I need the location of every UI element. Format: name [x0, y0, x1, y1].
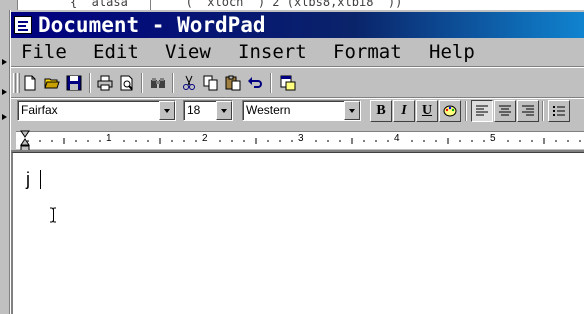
chevron-down-icon[interactable]: [216, 101, 232, 120]
text-caret: [40, 170, 41, 189]
menu-format[interactable]: Format: [333, 39, 402, 65]
standard-toolbar: [11, 70, 584, 96]
ruler-number-3: 3: [298, 133, 304, 144]
bullets-icon[interactable]: [548, 100, 570, 122]
bold-button[interactable]: B: [370, 100, 392, 122]
align-center-icon[interactable]: [494, 100, 516, 122]
menu-view[interactable]: View: [165, 39, 211, 65]
title-bar[interactable]: Document - WordPad: [11, 12, 584, 38]
print-preview-icon[interactable]: [116, 72, 138, 94]
arrow-marker-icon: [2, 89, 7, 95]
background-window: { alasa ( xlocn ) 2 (xlbs8,xlbi8 )): [0, 0, 584, 10]
wordpad-app-icon[interactable]: [14, 16, 32, 34]
paste-icon[interactable]: [222, 72, 244, 94]
script-value: Western: [246, 103, 291, 117]
background-window-tab: [0, 0, 18, 10]
chevron-down-icon[interactable]: [344, 101, 360, 120]
format-bar: Fairfax 18 Western B I U: [11, 98, 584, 124]
toolbar-separator: [270, 73, 272, 93]
window-title: Document - WordPad: [38, 13, 266, 37]
italic-button[interactable]: I: [393, 100, 415, 122]
menu-help[interactable]: Help: [429, 39, 475, 65]
arrow-marker-icon: [2, 59, 7, 65]
toolbar-separator: [172, 73, 174, 93]
toolbar-separator: [465, 101, 467, 121]
font-name-value: Fairfax: [21, 103, 58, 117]
undo-icon[interactable]: [244, 72, 266, 94]
font-size-dropdown[interactable]: 18: [183, 100, 233, 121]
menu-file[interactable]: File: [21, 39, 67, 65]
menu-bar: File Edit View Insert Format Help: [11, 39, 584, 65]
save-icon[interactable]: [63, 72, 85, 94]
underline-button[interactable]: U: [416, 100, 438, 122]
insert-datetime-icon[interactable]: [277, 72, 299, 94]
ruler-number-2: 2: [202, 133, 208, 144]
open-icon[interactable]: [41, 72, 63, 94]
copy-icon[interactable]: [200, 72, 222, 94]
cut-icon[interactable]: [178, 72, 200, 94]
menu-separator: [11, 66, 584, 68]
toolbar-separator: [542, 101, 544, 121]
ruler-number-5: 5: [490, 133, 496, 144]
print-icon[interactable]: [94, 72, 116, 94]
ruler[interactable]: 1 2 3 4 5: [16, 131, 584, 149]
background-divider: [150, 0, 151, 10]
color-palette-icon[interactable]: [439, 100, 461, 122]
font-name-dropdown[interactable]: Fairfax: [17, 100, 176, 121]
script-dropdown[interactable]: Western: [242, 100, 361, 121]
find-icon[interactable]: [147, 72, 169, 94]
new-icon[interactable]: [19, 72, 41, 94]
toolbar-separator: [89, 73, 91, 93]
font-size-value: 18: [187, 103, 201, 117]
wordpad-window: Document - WordPad File Edit View Insert…: [10, 10, 584, 314]
ibeam-cursor-icon: [50, 207, 56, 223]
background-left-strip: [0, 10, 10, 314]
ruler-number-1: 1: [106, 133, 112, 144]
align-left-icon[interactable]: [471, 100, 493, 122]
chevron-down-icon[interactable]: [159, 101, 175, 120]
arrow-marker-icon: [2, 114, 7, 120]
document-text[interactable]: j: [26, 169, 30, 190]
ruler-number-4: 4: [394, 133, 400, 144]
document-area[interactable]: j: [11, 152, 584, 314]
toolbar-separator: [141, 73, 143, 93]
menu-edit[interactable]: Edit: [93, 39, 139, 65]
background-code-text: { alasa ( xlocn ) 2 (xlbs8,xlbi8 )): [70, 0, 403, 9]
menu-insert[interactable]: Insert: [238, 39, 307, 65]
toolbar-grip[interactable]: [13, 73, 16, 93]
align-right-icon[interactable]: [517, 100, 539, 122]
